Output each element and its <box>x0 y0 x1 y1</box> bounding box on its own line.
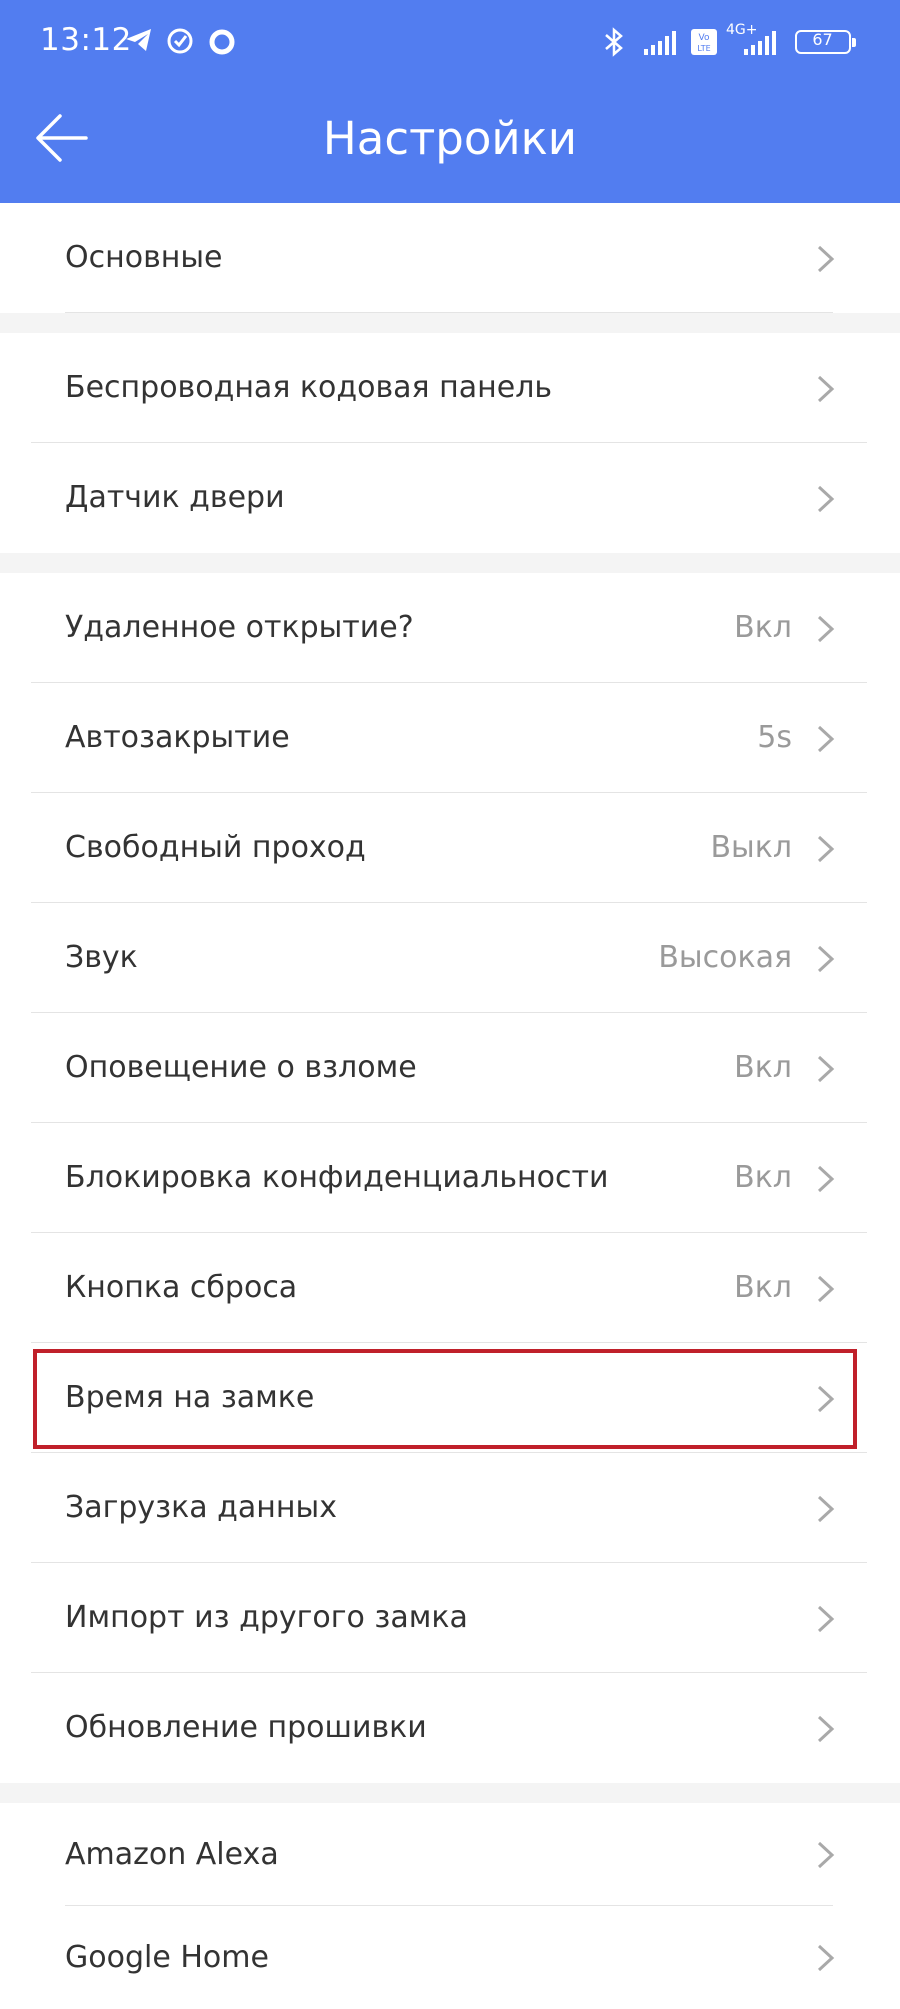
chevron-right-icon <box>817 835 835 863</box>
setting-value: Выкл <box>710 830 792 865</box>
setting-row-firmware-update[interactable]: Обновление прошивки <box>0 1673 900 1783</box>
chevron-right-icon <box>817 1055 835 1083</box>
setting-row-sound[interactable]: Звук Высокая <box>0 903 900 1013</box>
setting-row-auto-lock[interactable]: Автозакрытие 5s <box>0 683 900 793</box>
setting-row-lock-time[interactable]: Время на замке <box>0 1343 900 1453</box>
signal-icon <box>644 31 676 55</box>
setting-row-upload-data[interactable]: Загрузка данных <box>0 1453 900 1563</box>
setting-value: Вкл <box>734 610 792 645</box>
setting-label: Свободный проход <box>65 830 366 865</box>
section-gap <box>0 553 900 573</box>
app-bar: 13:12 Vo LTE 4G+ 67 Настройки <box>0 0 900 203</box>
setting-value: Вкл <box>734 1050 792 1085</box>
svg-text:LTE: LTE <box>697 44 710 53</box>
setting-label: Автозакрытие <box>65 720 290 755</box>
setting-label: Звук <box>65 940 138 975</box>
setting-row-amazon-alexa[interactable]: Amazon Alexa <box>0 1803 900 1906</box>
chevron-right-icon <box>817 1715 835 1743</box>
settings-list: Основные Беспроводная кодовая панель Дат… <box>0 203 900 2009</box>
setting-value: Вкл <box>734 1270 792 1305</box>
chevron-right-icon <box>817 1275 835 1303</box>
setting-label: Amazon Alexa <box>65 1837 279 1872</box>
setting-label: Датчик двери <box>65 480 285 515</box>
check-circle-icon <box>167 28 193 54</box>
chevron-right-icon <box>817 1944 835 1972</box>
chevron-right-icon <box>817 945 835 973</box>
chevron-right-icon <box>817 1841 835 1869</box>
chevron-right-icon <box>817 485 835 513</box>
chevron-right-icon <box>817 375 835 403</box>
setting-row-import-lock[interactable]: Импорт из другого замка <box>0 1563 900 1673</box>
chevron-right-icon <box>817 1495 835 1523</box>
chevron-right-icon <box>817 245 835 273</box>
setting-value: 5s <box>757 720 792 755</box>
chevron-right-icon <box>817 615 835 643</box>
section-gap <box>0 313 900 333</box>
divider <box>65 312 833 313</box>
setting-row-remote-unlock[interactable]: Удаленное открытие? Вкл <box>0 573 900 683</box>
ring-icon <box>209 29 235 55</box>
setting-value: Высокая <box>658 940 792 975</box>
setting-row-reset-button[interactable]: Кнопка сброса Вкл <box>0 1233 900 1343</box>
chevron-right-icon <box>817 1605 835 1633</box>
setting-label: Время на замке <box>65 1380 315 1415</box>
telegram-icon <box>126 29 151 51</box>
page-title: Настройки <box>322 112 578 165</box>
setting-row-google-home[interactable]: Google Home <box>0 1906 900 2009</box>
setting-row-door-sensor[interactable]: Датчик двери <box>0 443 900 553</box>
setting-row-privacy-lock[interactable]: Блокировка конфиденциальности Вкл <box>0 1123 900 1233</box>
chevron-right-icon <box>817 1385 835 1413</box>
setting-label: Импорт из другого замка <box>65 1600 468 1635</box>
battery-level: 67 <box>812 30 833 49</box>
setting-label: Основные <box>65 240 223 275</box>
setting-row-wireless-keypad[interactable]: Беспроводная кодовая панель <box>0 333 900 443</box>
setting-label: Оповещение о взломе <box>65 1050 417 1085</box>
setting-row-passage-mode[interactable]: Свободный проход Выкл <box>0 793 900 903</box>
setting-value: Вкл <box>734 1160 792 1195</box>
battery-icon: 67 <box>795 30 856 54</box>
status-bar: 13:12 Vo LTE 4G+ 67 <box>0 0 900 82</box>
setting-row-tamper-alert[interactable]: Оповещение о взломе Вкл <box>0 1013 900 1123</box>
status-time: 13:12 <box>40 22 132 58</box>
setting-label: Беспроводная кодовая панель <box>65 370 553 405</box>
setting-row-general[interactable]: Основные <box>0 203 900 313</box>
setting-label: Обновление прошивки <box>65 1710 427 1745</box>
signal-4g-icon <box>744 31 776 55</box>
volte-icon: Vo LTE <box>691 29 717 55</box>
chevron-right-icon <box>817 1165 835 1193</box>
svg-text:Vo: Vo <box>699 33 710 43</box>
setting-label: Кнопка сброса <box>65 1270 298 1305</box>
setting-label: Загрузка данных <box>65 1490 337 1525</box>
setting-label: Удаленное открытие? <box>65 610 414 645</box>
section-gap <box>0 1783 900 1803</box>
chevron-right-icon <box>817 725 835 753</box>
setting-label: Блокировка конфиденциальности <box>65 1160 609 1195</box>
setting-label: Google Home <box>65 1940 269 1975</box>
bluetooth-icon <box>605 27 623 57</box>
